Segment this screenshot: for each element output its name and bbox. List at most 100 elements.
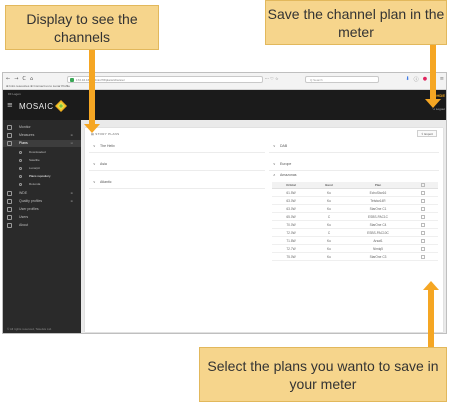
section-atlantic[interactable]: ∨ Atlantic [89, 176, 265, 189]
cell-orbital: 70.0W [286, 223, 296, 227]
section-label: Amazonas [280, 173, 297, 177]
back-icon[interactable]: ← [6, 76, 10, 82]
profile-icon [7, 207, 12, 212]
arrow-to-checkboxes [428, 290, 434, 347]
row-checkbox[interactable] [421, 231, 425, 236]
header-orbital: Orbital [286, 183, 296, 187]
bookmarks-bar[interactable]: ⊕ Intro resources ⊕ Connect us to Lunar … [6, 84, 70, 88]
users-icon [7, 215, 12, 220]
row-checkbox[interactable] [421, 255, 425, 260]
sidebar-item-wde[interactable]: WDE ⊕ [3, 190, 81, 197]
page-actions[interactable]: ··· ♡ ☆ [265, 76, 279, 81]
sidebar-item-label: Measures [19, 133, 35, 137]
section-dab[interactable]: ∨ DAB [269, 140, 439, 153]
cell-orbital: 61.5W [286, 191, 296, 195]
browser-search-input[interactable]: Q Search [305, 76, 379, 83]
table-header: Orbital Band Plan [272, 182, 438, 189]
forward-icon[interactable]: → [14, 76, 18, 82]
app-logo-text: MOSAIC [19, 102, 54, 111]
quality-icon [7, 199, 12, 204]
callout-save-plan: Save the channel plan in the meter [265, 0, 447, 45]
table-row: 71.8W Ku Arsat1 [272, 237, 438, 245]
cell-orbital: 65.0W [286, 215, 296, 219]
sidebar-subitem-plans-repository[interactable]: Plans repository [3, 173, 81, 180]
info-icon[interactable]: ⓘ [414, 76, 419, 83]
sidebar: Monitor Measures ⊕ Plans ⊖ Downloaded Sa… [3, 120, 81, 333]
row-checkbox[interactable] [421, 223, 425, 228]
plans-card: ▤ STORY PLANS ⇪ Export ∨ The Helix ∨ Asi… [85, 128, 443, 332]
row-checkbox[interactable] [421, 239, 425, 244]
sidebar-item-measures[interactable]: Measures ⊕ [3, 132, 81, 139]
dot-icon [19, 159, 22, 162]
row-checkbox[interactable] [421, 207, 425, 212]
sidebar-subitem-rotunda[interactable]: Rotunda [3, 181, 81, 188]
hamburger-icon[interactable]: ≡ [7, 102, 13, 109]
sidebar-item-monitor[interactable]: Monitor [3, 124, 81, 131]
cell-orbital: 63.0W [286, 207, 296, 211]
sidebar-footer: © All rights reserved, Tekelsis Ltd. [7, 327, 53, 331]
sidebar-item-user-profiles[interactable]: User profiles [3, 206, 81, 213]
chart-icon [7, 133, 12, 138]
chevron-down-icon: ∨ [93, 162, 96, 166]
cell-band: C [327, 215, 331, 219]
arrow-to-channels-head [84, 124, 100, 133]
sidebar-subitem-lunarpit[interactable]: Lunarpit [3, 165, 81, 172]
arrow-to-export [430, 45, 436, 99]
record-icon[interactable]: ● [423, 76, 427, 83]
login-link[interactable]: ≡≡ Logon [8, 92, 21, 96]
section-the-helix[interactable]: ∨ The Helix [89, 140, 265, 153]
chevron-up-icon: ∧ [273, 173, 276, 177]
sidebar-item-label: Downloaded [29, 150, 46, 154]
row-checkbox[interactable] [421, 191, 425, 196]
cell-orbital: 72.7W [286, 247, 296, 251]
table-row: 63.0W Ku Telstar14R [272, 197, 438, 205]
sidebar-item-label: WDE [19, 191, 28, 195]
reload-icon[interactable]: C [22, 76, 26, 82]
export-button[interactable]: ⇪ Export [417, 130, 437, 137]
address-bar[interactable]: 172.16.16.2/admin/?#/plans/channel [67, 76, 263, 83]
cell-band: Ku [327, 207, 331, 211]
collapse-icon: ⊖ [70, 141, 73, 145]
amazonas-plans-table: Orbital Band Plan 61.5W Ku EchoStar16 63… [272, 182, 438, 261]
sidebar-subitem-downloaded[interactable]: Downloaded [3, 149, 81, 156]
cell-band: Ku [327, 255, 331, 259]
row-checkbox[interactable] [421, 247, 425, 252]
browser-toolbar: ← → C ⌂ 172.16.16.2/admin/?#/plans/chann… [3, 73, 446, 90]
dot-icon [19, 183, 22, 186]
section-label: Europe [280, 162, 292, 166]
sidebar-item-label: Plans [19, 141, 28, 145]
cell-band: Ku [327, 191, 331, 195]
section-amazonas[interactable]: ∧ Amazonas [269, 169, 439, 182]
cell-band: Ku [327, 239, 331, 243]
expand-icon: ⊕ [70, 191, 73, 195]
row-checkbox[interactable] [421, 199, 425, 204]
sidebar-item-about[interactable]: About [3, 222, 81, 229]
cell-orbital: 75.0W [286, 255, 296, 259]
cell-plan: StarOne C3 [369, 255, 387, 259]
menu-icon[interactable]: ≡ [440, 76, 444, 83]
table-row: 72.7W Ku Nimiq5 [272, 245, 438, 253]
cell-plan: ESBS-PAC10C [367, 231, 389, 235]
dot-icon [19, 175, 22, 178]
arrow-to-checkboxes-head [423, 281, 439, 290]
row-checkbox[interactable] [421, 215, 425, 220]
sidebar-item-users[interactable]: Users [3, 214, 81, 221]
cell-orbital: 72.0W [286, 231, 296, 235]
section-label: Asia [100, 162, 107, 166]
cell-band: C [327, 231, 331, 235]
cell-orbital: 71.8W [286, 239, 296, 243]
sidebar-item-plans[interactable]: Plans ⊖ [3, 140, 81, 147]
select-all-checkbox[interactable] [421, 183, 425, 188]
chevron-down-icon: ∨ [93, 180, 96, 184]
sidebar-subitem-satellite[interactable]: Satellite [3, 157, 81, 164]
monitor-icon [7, 125, 12, 130]
download-icon[interactable]: ⬇ [405, 76, 409, 83]
header-band: Band [325, 183, 333, 187]
home-icon[interactable]: ⌂ [30, 76, 33, 82]
callout-select-plans-text: Select the plans you wanto to save in yo… [207, 358, 439, 392]
cell-plan: StarOne C4 [369, 223, 387, 227]
sidebar-item-quality-profiles[interactable]: Quality profiles ⊕ [3, 198, 81, 205]
cell-band: Ku [327, 223, 331, 227]
section-asia[interactable]: ∨ Asia [89, 158, 265, 171]
browser-right-icons: ⬇ ⓘ ● □ ≡ [405, 76, 444, 83]
